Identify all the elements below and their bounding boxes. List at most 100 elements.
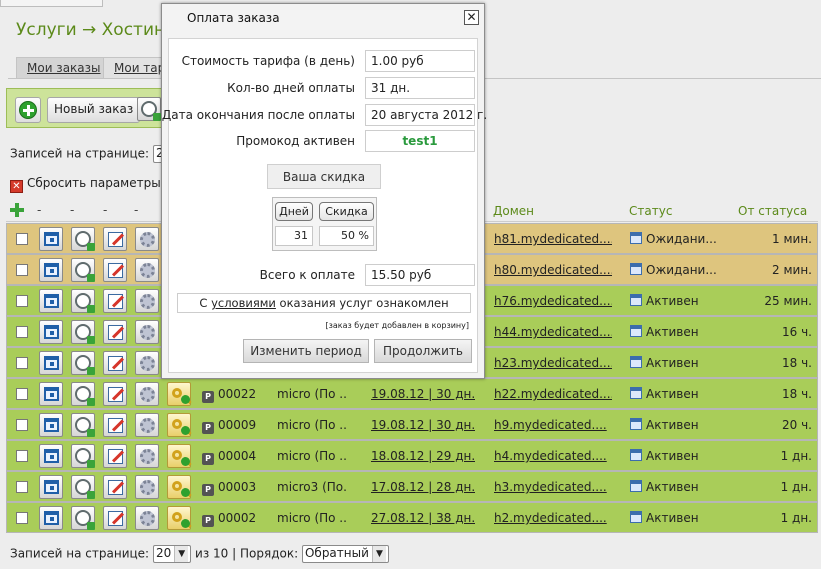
- row-checkbox[interactable]: [16, 357, 28, 369]
- status-icon: [630, 294, 642, 306]
- settings-button[interactable]: [135, 227, 159, 251]
- discount-button[interactable]: Ваша скидка: [267, 164, 381, 189]
- new-order-button[interactable]: Новый заказ: [47, 97, 141, 123]
- prolong-button[interactable]: [71, 351, 95, 375]
- edit-button[interactable]: [103, 227, 127, 251]
- settings-button[interactable]: [135, 258, 159, 282]
- settings-button[interactable]: [135, 289, 159, 313]
- col-domain[interactable]: Домен: [493, 204, 534, 218]
- reset-filters[interactable]: ✕ Сбросить параметры: [10, 176, 161, 193]
- domain-link[interactable]: h76.mydedicated....: [494, 294, 612, 308]
- paid-until-link[interactable]: 18.08.12 | 29 дн.: [371, 449, 475, 463]
- per-page-select-bottom[interactable]: 20 ▼: [152, 545, 192, 563]
- details-button[interactable]: [39, 413, 63, 437]
- change-period-button[interactable]: Изменить период: [243, 339, 369, 363]
- settings-button[interactable]: [135, 444, 159, 468]
- paid-until-link[interactable]: 19.08.12 | 30 дн.: [371, 418, 475, 432]
- domain-link[interactable]: h4.mydedicated....: [494, 449, 612, 463]
- paid-until-link[interactable]: 27.08.12 | 38 дн.: [371, 511, 475, 525]
- prolong-button[interactable]: [71, 475, 95, 499]
- status-text: Ожидани...: [646, 232, 717, 246]
- edit-button[interactable]: [103, 351, 127, 375]
- col-from-status[interactable]: От статуса: [738, 204, 807, 218]
- row-checkbox[interactable]: [16, 450, 28, 462]
- domain-link[interactable]: h80.mydedicated....: [494, 263, 612, 277]
- access-button[interactable]: [167, 444, 191, 468]
- row-checkbox[interactable]: [16, 388, 28, 400]
- row-checkbox[interactable]: [16, 233, 28, 245]
- row-checkbox[interactable]: [16, 326, 28, 338]
- settings-button[interactable]: [135, 351, 159, 375]
- details-button[interactable]: [39, 351, 63, 375]
- access-button[interactable]: [167, 382, 191, 406]
- prolong-button[interactable]: [71, 413, 95, 437]
- row-checkbox[interactable]: [16, 264, 28, 276]
- row-checkbox[interactable]: [16, 419, 28, 431]
- row-checkbox[interactable]: [16, 295, 28, 307]
- tab-my-orders[interactable]: Мои заказы: [16, 57, 112, 79]
- domain-link[interactable]: h2.mydedicated....: [494, 511, 612, 525]
- domain-link[interactable]: h44.mydedicated....: [494, 325, 612, 339]
- continue-button[interactable]: Продолжить: [374, 339, 472, 363]
- close-icon[interactable]: ✕: [464, 10, 479, 25]
- window-icon: [44, 418, 59, 432]
- edit-icon: [108, 263, 123, 278]
- settings-button[interactable]: [135, 475, 159, 499]
- prolong-button[interactable]: [71, 227, 95, 251]
- prolong-button[interactable]: [71, 506, 95, 530]
- dialog-body: Стоимость тарифа (в день) 1.00 руб Кол-в…: [162, 38, 487, 373]
- order-select[interactable]: Обратный ▼: [301, 545, 389, 563]
- edit-button[interactable]: [103, 289, 127, 313]
- paid-until-link[interactable]: 17.08.12 | 28 дн.: [371, 480, 475, 494]
- edit-button[interactable]: [103, 444, 127, 468]
- edit-button[interactable]: [103, 320, 127, 344]
- terms-link[interactable]: условиями: [211, 296, 276, 310]
- row-checkbox[interactable]: [16, 481, 28, 493]
- gear-icon: [140, 418, 155, 433]
- domain-link[interactable]: h3.mydedicated....: [494, 480, 612, 494]
- details-button[interactable]: [39, 382, 63, 406]
- prolong-button[interactable]: [71, 382, 95, 406]
- domain-link[interactable]: h81.mydedicated....: [494, 232, 612, 246]
- access-button[interactable]: [167, 413, 191, 437]
- details-button[interactable]: [39, 475, 63, 499]
- edit-button[interactable]: [103, 413, 127, 437]
- settings-button[interactable]: [135, 413, 159, 437]
- history-button[interactable]: [137, 97, 161, 121]
- details-button[interactable]: [39, 289, 63, 313]
- gear-icon: [140, 511, 155, 526]
- prolong-button[interactable]: [71, 289, 95, 313]
- details-button[interactable]: [39, 506, 63, 530]
- edit-button[interactable]: [103, 258, 127, 282]
- edit-button[interactable]: [103, 382, 127, 406]
- settings-button[interactable]: [135, 320, 159, 344]
- domain-link[interactable]: h9.mydedicated....: [494, 418, 612, 432]
- details-button[interactable]: [39, 227, 63, 251]
- settings-button[interactable]: [135, 506, 159, 530]
- row-checkbox[interactable]: [16, 512, 28, 524]
- status-icon: [630, 418, 642, 430]
- tariff: micro (По ...: [277, 387, 347, 401]
- add-icon[interactable]: [10, 203, 24, 217]
- domain-link[interactable]: h22.mydedicated....: [494, 387, 612, 401]
- settings-button[interactable]: [135, 382, 159, 406]
- details-button[interactable]: [39, 444, 63, 468]
- access-button[interactable]: [167, 506, 191, 530]
- paid-until-link[interactable]: 19.08.12 | 30 дн.: [371, 387, 475, 401]
- edit-button[interactable]: [103, 475, 127, 499]
- terms-checkbox-label[interactable]: С условиями оказания услуг ознакомлен: [177, 293, 471, 313]
- details-button[interactable]: [39, 320, 63, 344]
- add-order-button[interactable]: [15, 97, 41, 123]
- prolong-button[interactable]: [71, 320, 95, 344]
- days-label: Кол-во дней оплаты: [227, 81, 355, 95]
- access-button[interactable]: [167, 475, 191, 499]
- edit-button[interactable]: [103, 506, 127, 530]
- tariff: micro (По ...: [277, 418, 347, 432]
- prolong-button[interactable]: [71, 258, 95, 282]
- prolong-button[interactable]: [71, 444, 95, 468]
- table-row: P 00002 micro (По ... 27.08.12 | 38 дн. h2.m…: [6, 502, 818, 533]
- details-button[interactable]: [39, 258, 63, 282]
- edit-icon: [108, 356, 123, 371]
- domain-link[interactable]: h23.mydedicated....: [494, 356, 612, 370]
- col-status[interactable]: Статус: [629, 204, 672, 218]
